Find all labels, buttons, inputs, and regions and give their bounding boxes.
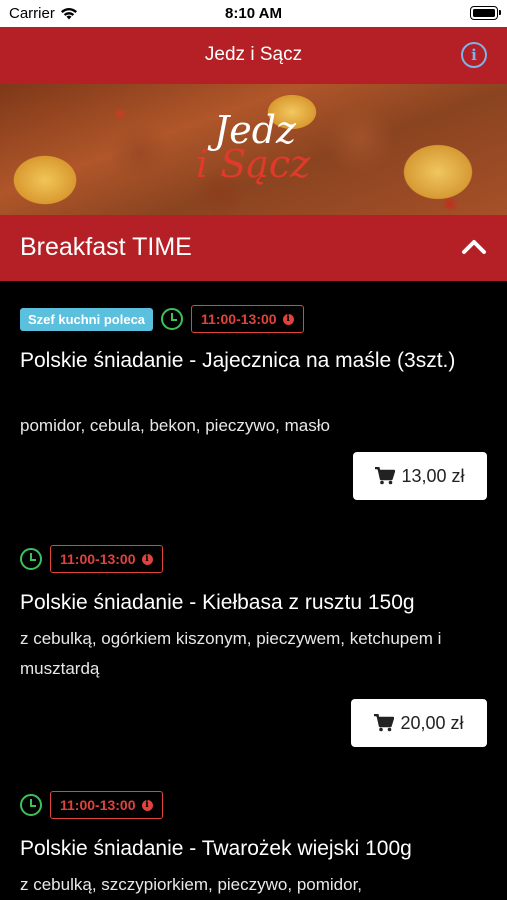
info-icon: i	[141, 799, 153, 811]
status-time: 8:10 AM	[225, 5, 282, 22]
restaurant-logo: Jedz i Sącz	[196, 108, 316, 188]
hours-badge[interactable]: 11:00-13:00 i	[191, 305, 304, 333]
price-label: 13,00 zł	[401, 465, 465, 486]
add-to-cart-button[interactable]: 13,00 zł	[353, 452, 487, 500]
clock-icon	[161, 308, 184, 330]
item-tags: 11:00-13:00 i	[20, 790, 163, 820]
item-description: pomidor, cebula, bekon, pieczywo, masło	[20, 416, 330, 435]
restaurant-banner: Jedz i Sącz	[0, 84, 507, 215]
nav-bar: Jedz i Sącz i	[0, 27, 507, 84]
item-tags: 11:00-13:00 i	[20, 544, 163, 574]
hours-badge[interactable]: 11:00-13:00 i	[50, 791, 163, 819]
item-title: Polskie śniadanie - Jajecznica na maśle …	[20, 349, 456, 372]
item-description: z cebulką, szczypiorkiem, pieczywo, pomi…	[20, 875, 363, 894]
info-icon: i	[141, 553, 153, 565]
item-tags: Szef kuchni poleca 11:00-13:00 i	[20, 304, 304, 334]
hours-text: 11:00-13:00	[201, 311, 277, 327]
category-title: Breakfast TIME	[20, 233, 192, 261]
chef-recommends-badge: Szef kuchni poleca	[20, 307, 154, 331]
clock-icon	[20, 794, 42, 816]
item-title: Polskie śniadanie - Twarożek wiejski 100…	[20, 837, 412, 860]
item-description: z cebulką, ogórkiem kiszonym, pieczywem,…	[20, 629, 442, 678]
price-label: 20,00 zł	[400, 712, 464, 733]
chevron-up-icon[interactable]	[461, 237, 487, 257]
battery-icon	[470, 6, 501, 20]
add-to-cart-button[interactable]: 20,00 zł	[351, 699, 487, 747]
info-icon: i	[282, 313, 294, 325]
info-icon[interactable]: i	[461, 42, 487, 68]
item-title: Polskie śniadanie - Kiełbasa z rusztu 15…	[20, 591, 415, 614]
hours-badge[interactable]: 11:00-13:00 i	[50, 545, 163, 573]
shopping-cart-icon	[375, 467, 396, 485]
app-title: Jedz i Sącz	[204, 44, 303, 65]
hours-text: 11:00-13:00	[60, 797, 136, 813]
hours-text: 11:00-13:00	[60, 551, 136, 567]
category-header[interactable]: Breakfast TIME	[0, 215, 507, 281]
logo-line-2: i Sącz	[196, 142, 311, 186]
status-bar: Carrier 8:10 AM	[0, 0, 507, 27]
shopping-cart-icon	[374, 714, 395, 732]
clock-icon	[20, 548, 42, 570]
